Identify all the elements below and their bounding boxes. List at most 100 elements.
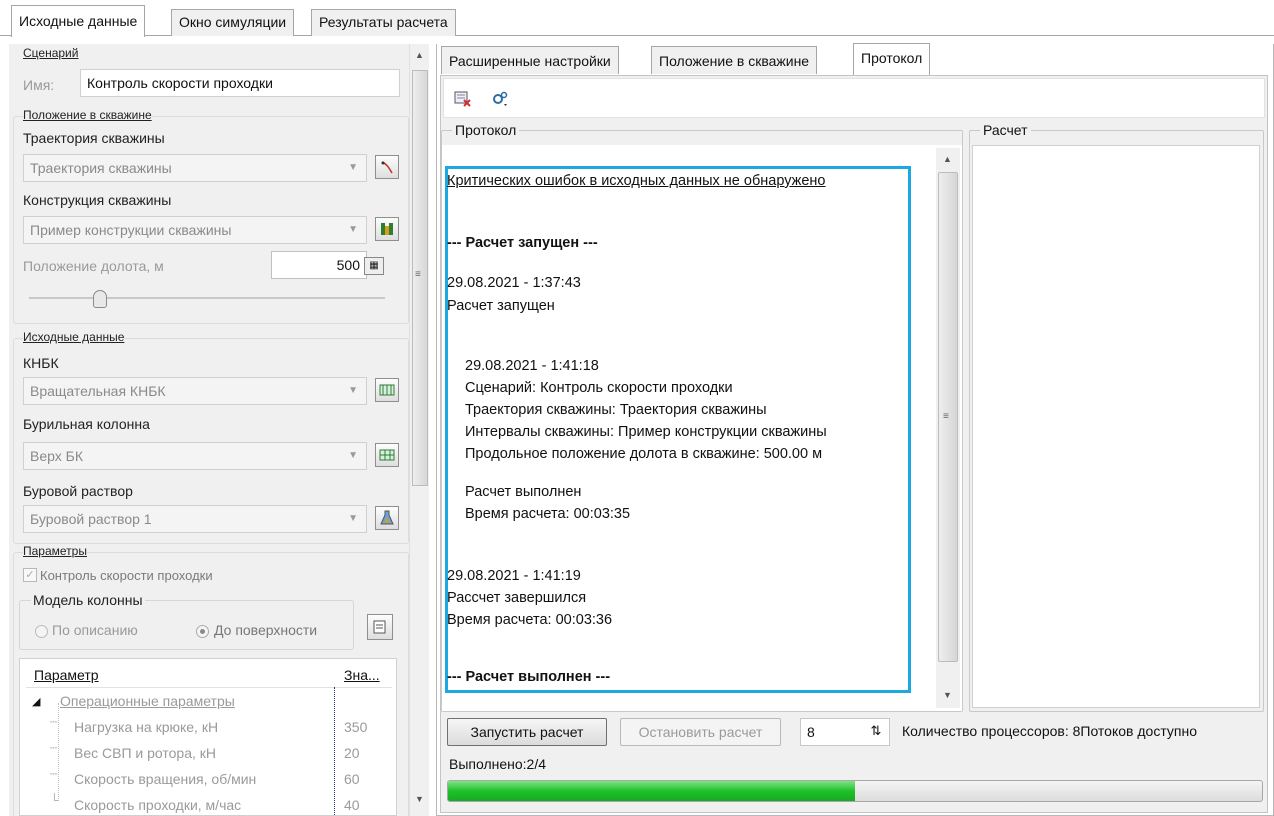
param-name: Скорость проходки, м/час (74, 797, 242, 813)
calc-area (972, 145, 1260, 708)
tab-advanced-settings[interactable]: Расширенные настройки (441, 46, 619, 74)
position-group-title: Положение в скважине (23, 108, 152, 122)
drillstring-label: Бурильная колонна (23, 416, 150, 432)
settings-sheet-icon (373, 620, 386, 634)
progress-fill (448, 781, 855, 801)
mud-edit-button[interactable] (375, 506, 399, 530)
source-data-panel: Сценарий Имя: Контроль скорости проходки… (9, 44, 409, 816)
trajectory-select[interactable]: Траектория скважины ▼ (23, 154, 367, 182)
bit-position-input[interactable]: 500 (271, 251, 367, 279)
calc-fieldset-title: Расчет (980, 122, 1031, 138)
radio-by-description-label: По описанию (52, 622, 138, 638)
protocol-fieldset-title: Протокол (452, 122, 520, 138)
chevron-down-icon: ▼ (348, 513, 358, 524)
param-value[interactable]: 60 (344, 771, 360, 787)
param-value[interactable]: 20 (344, 745, 360, 761)
chevron-down-icon: ▼ (348, 385, 358, 396)
tab-source-data[interactable]: Исходные данные (11, 5, 146, 37)
drillstring-edit-button[interactable] (375, 443, 399, 467)
drillstring-icon (379, 449, 395, 461)
run-calculation-button[interactable]: Запустить расчет (447, 718, 607, 746)
param-name: Вес СВП и ротора, кН (74, 745, 217, 761)
tab-simulation[interactable]: Окно симуляции (171, 9, 295, 36)
log-line: Расчет запущен (447, 298, 555, 314)
main-tabs: Исходные данные Окно симуляции Результат… (0, 0, 1274, 37)
protocol-log[interactable]: Критических ошибок в исходных данных не … (447, 168, 917, 688)
grid-header-parameter[interactable]: Параметр (34, 667, 99, 683)
mud-select[interactable]: Буровой раствор 1 ▼ (23, 505, 367, 533)
progress-label: Выполнено:2/4 (449, 756, 547, 772)
log-timestamp: 29.08.2021 - 1:41:19 (447, 568, 581, 584)
parameters-group-title: Параметры (23, 544, 87, 558)
param-value[interactable]: 40 (344, 797, 360, 813)
construction-label: Конструкция скважины (23, 192, 172, 208)
scroll-down-icon[interactable]: ▼ (943, 690, 952, 700)
log-line: Сценарий: Контроль скорости проходки (465, 380, 733, 396)
calculator-icon[interactable]: ▦ (364, 257, 384, 275)
log-started-header: --- Расчет запущен --- (447, 235, 598, 251)
tab-protocol[interactable]: Протокол (853, 43, 931, 75)
stop-calculation-button[interactable]: Остановить расчет (620, 718, 781, 746)
settings-icon[interactable] (490, 90, 510, 111)
log-line: Рассчет завершился (447, 590, 587, 606)
log-line: Время расчета: 00:03:35 (465, 506, 631, 522)
chevron-down-icon: ▼ (348, 162, 358, 173)
log-line: Время расчета: 00:03:36 (447, 612, 613, 628)
param-name: Нагрузка на крюке, кН (74, 719, 219, 735)
trajectory-label: Траектория скважины (23, 130, 165, 146)
log-timestamp: 29.08.2021 - 1:37:43 (447, 275, 581, 291)
toolbar (443, 78, 1265, 118)
source-group-title: Исходные данные (23, 330, 125, 344)
knbk-edit-button[interactable] (375, 378, 399, 402)
spin-icon[interactable]: ⇅ (866, 721, 886, 741)
param-value[interactable]: 350 (344, 719, 367, 735)
scroll-up-icon[interactable]: ▲ (415, 50, 424, 60)
log-no-errors: Критических ошибок в исходных данных не … (447, 173, 826, 189)
collapse-icon[interactable]: ◢ (32, 695, 40, 708)
knbk-label: КНБК (23, 355, 59, 371)
drillstring-select[interactable]: Верх БК ▼ (23, 442, 367, 470)
scroll-down-icon[interactable]: ▼ (415, 794, 424, 804)
bha-icon (379, 384, 395, 396)
rop-checkbox-label: Контроль скорости проходки (40, 568, 213, 583)
flask-icon (380, 510, 394, 525)
log-done-header: --- Расчет выполнен --- (447, 669, 611, 685)
cpu-count-label: Количество процессоров: 8Потоков доступн… (902, 723, 1197, 739)
string-model-title: Модель колонны (31, 592, 145, 608)
param-name: Скорость вращения, об/мин (74, 771, 257, 787)
name-label: Имя: (23, 77, 55, 93)
log-line: Траектория скважины: Траектория скважины (465, 402, 767, 418)
trajectory-edit-button[interactable] (375, 155, 399, 179)
tab-position-in-well[interactable]: Положение в скважине (651, 46, 818, 74)
tab-results[interactable]: Результаты расчета (311, 9, 456, 36)
grid-header-value[interactable]: Зна... (344, 667, 380, 683)
scenario-name-input[interactable]: Контроль скорости проходки (80, 69, 400, 97)
construction-select[interactable]: Пример конструкции скважины ▼ (23, 216, 367, 244)
log-line: Интервалы скважины: Пример конструкции с… (465, 424, 827, 440)
radio-to-surface-label: До поверхности (214, 622, 318, 638)
log-line: Продольное положение долота в скважине: … (465, 446, 823, 462)
rop-checkbox[interactable]: ✓ (23, 568, 37, 582)
radio-to-surface[interactable] (196, 625, 209, 638)
model-settings-button[interactable] (367, 614, 393, 640)
protocol-scrollbar[interactable]: ▲ ≡ ▼ (936, 148, 960, 708)
scenario-group-title: Сценарий (23, 46, 79, 60)
parameters-grid: Параметр Зна... ◢ Операционные параметры… (19, 658, 397, 816)
chevron-down-icon: ▼ (348, 450, 358, 461)
knbk-select[interactable]: Вращательная КНБК ▼ (23, 377, 367, 405)
radio-by-description[interactable] (35, 625, 48, 638)
log-line: Расчет выполнен (465, 484, 582, 500)
clear-log-icon[interactable] (454, 90, 472, 111)
bit-position-label: Положение долота, м (23, 258, 164, 274)
category-operational[interactable]: Операционные параметры (60, 693, 235, 709)
left-panel-scrollbar[interactable]: ▲ ≡ ▼ (409, 44, 429, 816)
progress-bar (447, 780, 1263, 802)
trajectory-icon (381, 161, 393, 174)
construction-icon (381, 223, 393, 235)
bit-position-slider-track[interactable] (29, 297, 385, 299)
construction-edit-button[interactable] (375, 217, 399, 241)
bit-position-slider-thumb[interactable] (93, 290, 107, 308)
mud-label: Буровой раствор (23, 483, 133, 499)
scroll-up-icon[interactable]: ▲ (943, 154, 952, 164)
chevron-down-icon: ▼ (348, 224, 358, 235)
